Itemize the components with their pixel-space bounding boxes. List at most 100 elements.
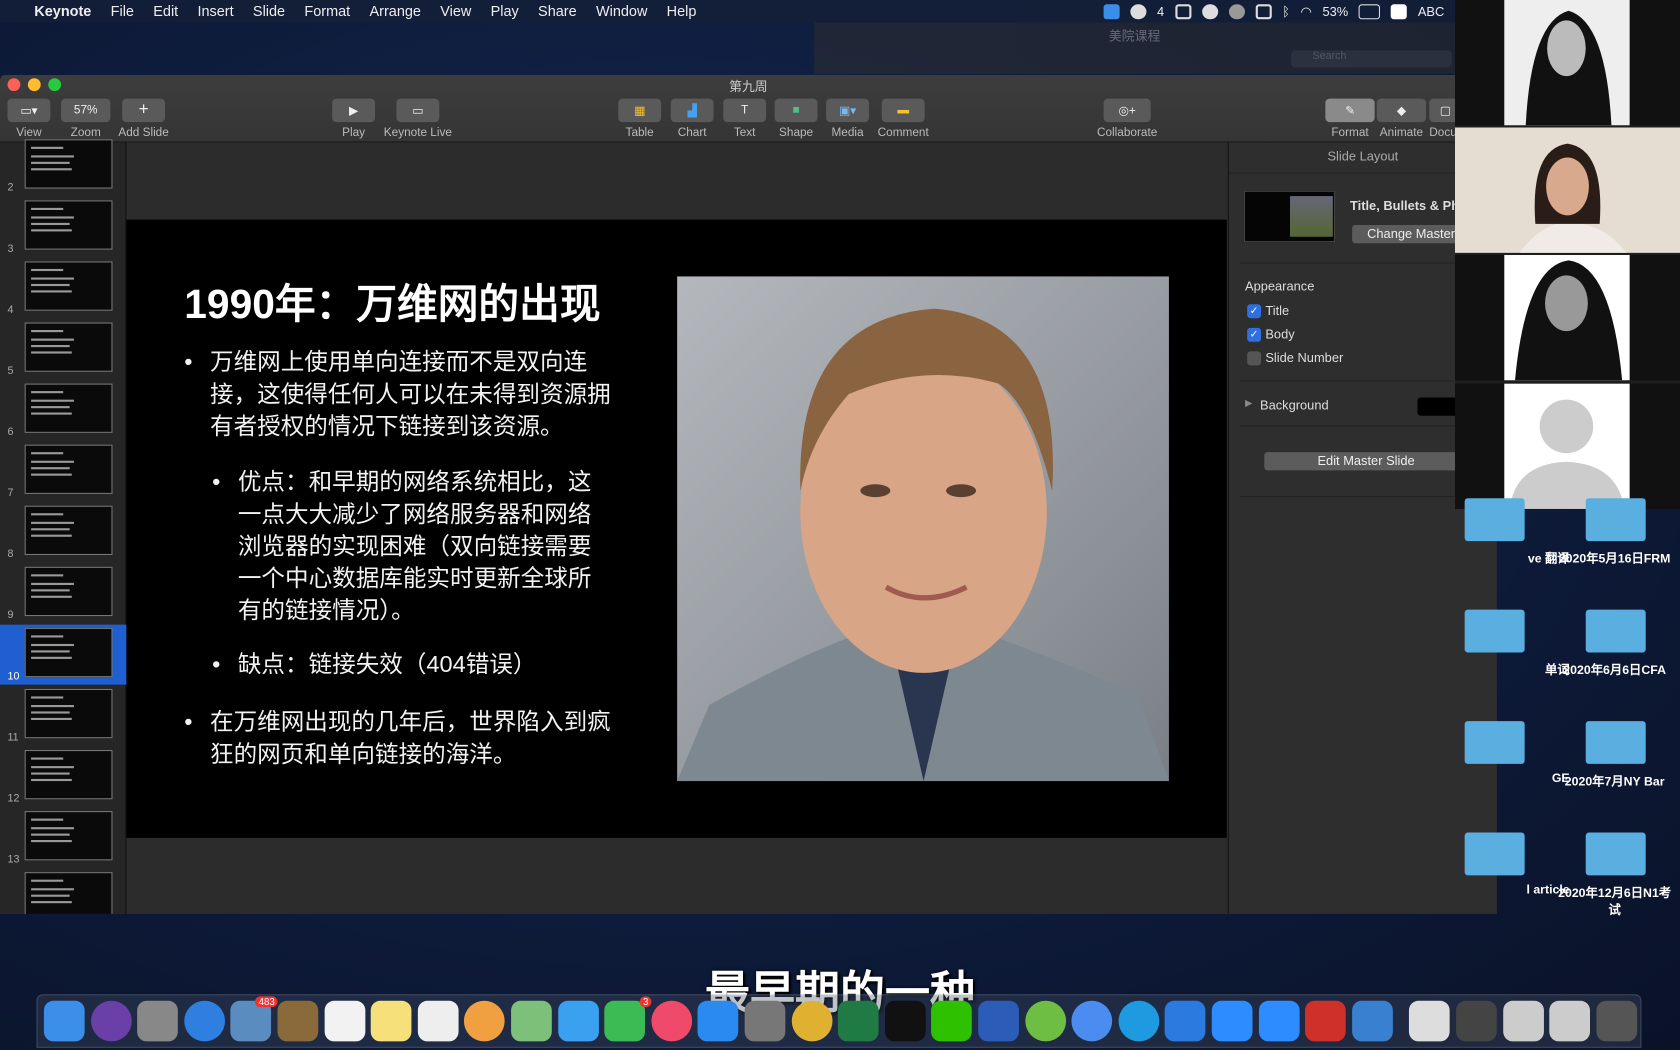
slide-thumbnail[interactable]: 2 — [0, 136, 126, 196]
finder-icon[interactable] — [43, 1000, 85, 1042]
menu-play[interactable]: Play — [491, 3, 519, 19]
folder-label[interactable]: l article — [1452, 884, 1569, 897]
keynote-icon[interactable] — [1351, 1000, 1393, 1042]
folder-label[interactable]: 单词 — [1452, 661, 1570, 678]
slide-number-label[interactable]: Slide Number — [1265, 350, 1343, 365]
slide-number-checkbox[interactable] — [1247, 351, 1262, 366]
excel-doc-icon[interactable] — [1409, 1000, 1451, 1042]
launchpad-icon[interactable] — [137, 1000, 179, 1042]
trash-icon[interactable] — [1596, 1000, 1637, 1042]
wechat-icon[interactable] — [931, 1000, 973, 1042]
folder-label[interactable]: 2020年5月16日FRM — [1556, 550, 1674, 567]
folder-icon[interactable] — [1585, 832, 1646, 876]
body-checkbox[interactable]: ✓ — [1247, 327, 1262, 342]
background-color-well[interactable] — [1417, 397, 1461, 416]
battery-icon[interactable] — [1358, 3, 1381, 19]
folder-icon[interactable] — [1464, 721, 1525, 764]
folder-label[interactable]: GE — [1452, 773, 1570, 786]
word-icon[interactable] — [978, 1000, 1019, 1042]
battery-percent[interactable]: 53% — [1322, 4, 1348, 19]
bullet-2[interactable]: 优点：和早期的网络系统相比，这一点大大减少了网络服务器和网络浏览器的实现困难（双… — [212, 466, 602, 627]
change-master-button[interactable]: Change Master — [1352, 225, 1471, 244]
mail-icon[interactable]: 483 — [230, 996, 278, 1042]
folder-label[interactable]: 2020年6月6日CFA — [1556, 661, 1674, 678]
bluetooth-icon[interactable]: ᛒ — [1282, 4, 1290, 19]
music-icon[interactable] — [651, 1000, 692, 1042]
slide[interactable]: 1990年：万维网的出现 万维网上使用单向连接而不是双向连接，这使得任何人可以在… — [126, 219, 1227, 838]
title-checkbox[interactable]: ✓ — [1247, 304, 1262, 319]
slide-thumbnail[interactable]: 8 — [0, 503, 126, 563]
screen-icon[interactable] — [1174, 3, 1191, 19]
slide-thumbnail[interactable]: 5 — [0, 319, 126, 379]
folder-icon[interactable] — [1585, 609, 1646, 653]
messages-icon[interactable] — [557, 1000, 599, 1042]
disclosure-triangle-icon[interactable]: ▶ — [1245, 398, 1252, 410]
app-wave-icon[interactable] — [1258, 1000, 1300, 1042]
menu-edit[interactable]: Edit — [153, 3, 178, 19]
menu-slide[interactable]: Slide — [253, 3, 285, 19]
chart-button[interactable]: ▟ Chart — [670, 98, 714, 139]
collaborate-button[interactable]: ◎+ Collaborate — [1095, 98, 1159, 139]
maps-icon[interactable] — [511, 1000, 552, 1042]
app-red-icon[interactable] — [1305, 1000, 1346, 1042]
siri-icon[interactable] — [90, 1000, 132, 1042]
zoom-icon[interactable] — [1211, 1000, 1253, 1042]
participant-tile-3[interactable] — [1455, 255, 1680, 381]
slide-thumbnail[interactable]: 11 — [0, 686, 126, 746]
document-2-icon[interactable] — [1549, 1000, 1591, 1042]
body-checkbox-label[interactable]: Body — [1265, 327, 1294, 342]
menu-share[interactable]: Share — [538, 3, 577, 19]
folder-icon[interactable] — [1585, 721, 1646, 764]
bullet-3[interactable]: 缺点：链接失效（404错误） — [212, 648, 602, 680]
safari-icon[interactable] — [184, 1000, 225, 1042]
media-button[interactable]: ▣▾ Media — [826, 98, 869, 139]
shape-button[interactable]: ■ Shape — [774, 98, 818, 139]
title-checkbox-label[interactable]: Title — [1265, 303, 1289, 318]
folder-label[interactable]: ve 翻译 — [1452, 550, 1570, 567]
slide-thumbnail[interactable]: 10 — [0, 624, 127, 685]
slide-thumbnail[interactable]: 3 — [0, 197, 126, 257]
wifi-icon[interactable]: ◠ — [1300, 4, 1311, 19]
app-blue-icon[interactable] — [1071, 1000, 1113, 1042]
comment-button[interactable]: ▬ Comment — [876, 98, 930, 139]
portrait-photo[interactable] — [677, 276, 1169, 782]
input-source[interactable]: ABC — [1418, 4, 1444, 19]
airplay-icon[interactable] — [1255, 3, 1272, 19]
wechat-status-icon[interactable] — [1130, 3, 1147, 19]
text-button[interactable]: T Text — [723, 98, 767, 139]
format-button[interactable]: ✎ Format — [1325, 98, 1375, 139]
menu-help[interactable]: Help — [667, 3, 697, 19]
skype-icon[interactable] — [1118, 1000, 1160, 1042]
menu-file[interactable]: File — [111, 3, 134, 19]
photos-icon[interactable] — [464, 1000, 506, 1042]
calendar-icon[interactable] — [324, 1000, 365, 1042]
slide-canvas[interactable]: 1990年：万维网的出现 万维网上使用单向连接而不是双向连接，这使得任何人可以在… — [126, 142, 1227, 914]
slide-thumbnail[interactable]: 13 — [0, 808, 126, 868]
notebook-icon[interactable] — [277, 1000, 319, 1042]
view-button[interactable]: ▭▾ View — [7, 98, 51, 139]
animate-button[interactable]: ◆ Animate — [1376, 98, 1427, 139]
finder-window[interactable]: 美院课程 Search — [814, 22, 1456, 74]
participant-tile-4[interactable] — [1455, 383, 1680, 509]
baidu-netdisk-icon[interactable] — [1165, 1000, 1206, 1042]
bullet-1[interactable]: 万维网上使用单向连接而不是双向连接，这使得任何人可以在未得到资源拥有者授权的情况… — [184, 346, 628, 442]
bullet-4[interactable]: 在万维网出现的几年后，世界陷入到疯狂的网页和单向链接的海洋。 — [184, 706, 628, 770]
folder-icon[interactable] — [1464, 832, 1525, 876]
menu-format[interactable]: Format — [304, 3, 350, 19]
reminders-icon[interactable] — [417, 1000, 459, 1042]
clock-icon[interactable] — [1201, 3, 1218, 19]
participant-tile-1[interactable] — [1455, 0, 1680, 126]
excel-icon[interactable] — [838, 1000, 879, 1042]
background-label[interactable]: Background — [1260, 398, 1329, 413]
slide-navigator[interactable]: 2 3 4 5 6 7 8 9 10 11 12 13 14 — [0, 139, 127, 914]
zoom-button[interactable]: 57% Zoom — [61, 98, 111, 139]
facetime-icon[interactable]: 3 — [604, 996, 652, 1042]
folder-icon[interactable] — [1585, 498, 1646, 542]
menu-app[interactable]: Keynote — [34, 3, 91, 19]
edit-master-slide-button[interactable]: Edit Master Slide — [1264, 452, 1468, 471]
table-button[interactable]: ▦ Table — [618, 98, 662, 139]
slide-thumbnail[interactable]: 4 — [0, 258, 126, 318]
app-status-icon[interactable] — [1103, 3, 1120, 19]
add-slide-button[interactable]: + Add Slide — [116, 98, 172, 139]
slide-thumbnail[interactable]: 6 — [0, 380, 126, 440]
